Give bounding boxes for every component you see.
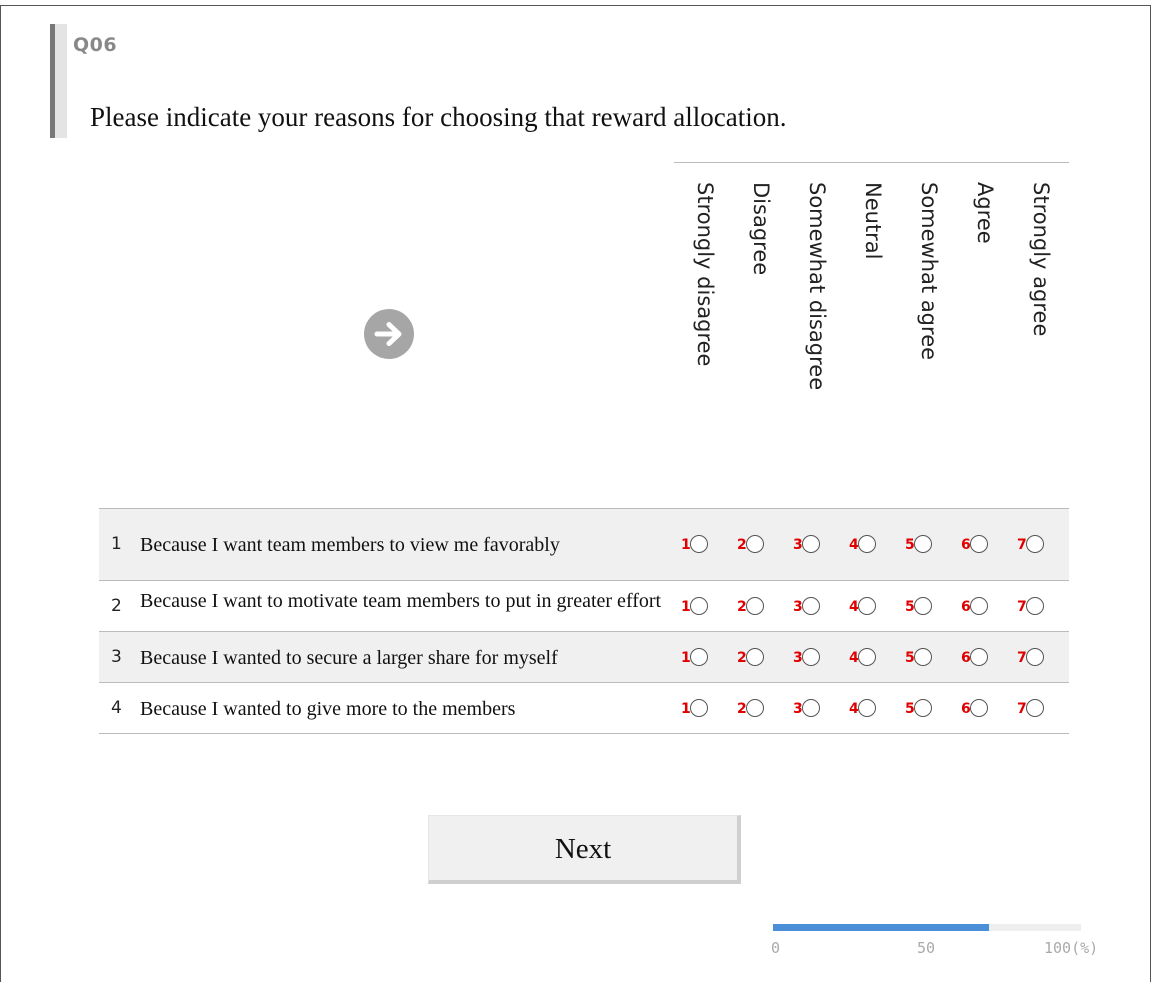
- radio-circle[interactable]: [1026, 596, 1044, 615]
- scale-header-label: Strongly disagree: [693, 182, 717, 367]
- scale-header-label: Somewhat disagree: [805, 182, 829, 391]
- scale-header-4: Neutral: [845, 182, 901, 482]
- radio-option-3[interactable]: 3: [793, 698, 823, 721]
- radio-option-5[interactable]: 5: [905, 596, 935, 619]
- radio-circle[interactable]: [970, 698, 988, 717]
- scale-header-5: Somewhat agree: [901, 182, 957, 482]
- row-statement: Because I wanted to give more to the mem…: [140, 697, 516, 720]
- scale-header-label: Strongly agree: [1029, 182, 1053, 337]
- radio-circle[interactable]: [1026, 647, 1044, 666]
- question-number: Q06: [73, 34, 118, 56]
- radio-option-2[interactable]: 2: [737, 596, 767, 619]
- header-divider: [674, 162, 1069, 163]
- arrow-right-icon: [364, 309, 414, 359]
- radio-option-4[interactable]: 4: [849, 698, 879, 721]
- row-number: 2: [111, 595, 122, 616]
- radio-option-7[interactable]: 7: [1017, 647, 1047, 670]
- scale-header-label: Agree: [973, 182, 997, 244]
- radio-circle[interactable]: [746, 698, 764, 717]
- radio-option-6[interactable]: 6: [961, 596, 991, 619]
- radio-circle[interactable]: [970, 535, 988, 553]
- scale-header-3: Somewhat disagree: [789, 182, 845, 482]
- radio-circle[interactable]: [858, 698, 876, 717]
- matrix-row-2: 2 Because I want to motivate team members…: [99, 581, 1069, 632]
- radio-option-4[interactable]: 4: [849, 596, 879, 619]
- radio-option-3[interactable]: 3: [793, 647, 823, 670]
- radio-option-1[interactable]: 1: [681, 596, 711, 619]
- scale-header-1: Strongly disagree: [677, 182, 733, 482]
- next-button[interactable]: Next: [428, 815, 741, 884]
- radio-circle[interactable]: [746, 535, 764, 553]
- matrix-row-1: 1 Because I want team members to view me …: [99, 509, 1069, 581]
- radio-circle[interactable]: [690, 698, 708, 717]
- radio-circle[interactable]: [1026, 535, 1044, 553]
- radio-circle[interactable]: [690, 535, 708, 553]
- matrix-row-4: 4 Because I wanted to give more to the me…: [99, 683, 1069, 734]
- progress-label-100: 100(%): [1044, 939, 1099, 957]
- radio-option-4[interactable]: 4: [849, 535, 879, 557]
- progress-label-50: 50: [917, 939, 936, 957]
- scale-header-2: Disagree: [733, 182, 789, 482]
- radio-option-3[interactable]: 3: [793, 535, 823, 557]
- radio-option-1[interactable]: 1: [681, 647, 711, 670]
- radio-circle[interactable]: [690, 596, 708, 615]
- radio-circle[interactable]: [1026, 698, 1044, 717]
- radio-circle[interactable]: [802, 647, 820, 666]
- radio-circle[interactable]: [802, 596, 820, 615]
- scale-header-6: Agree: [957, 182, 1013, 482]
- row-number: 4: [111, 697, 122, 718]
- radio-option-5[interactable]: 5: [905, 647, 935, 670]
- radio-option-7[interactable]: 7: [1017, 535, 1047, 557]
- radio-option-6[interactable]: 6: [961, 698, 991, 721]
- scale-header-label: Neutral: [861, 182, 885, 260]
- radio-option-6[interactable]: 6: [961, 535, 991, 557]
- radio-option-4[interactable]: 4: [849, 647, 879, 670]
- radio-option-7[interactable]: 7: [1017, 596, 1047, 619]
- progress-bar: [773, 924, 1081, 931]
- radio-option-3[interactable]: 3: [793, 596, 823, 619]
- question-accent-bar-light: [55, 24, 67, 138]
- radio-circle[interactable]: [858, 647, 876, 666]
- radio-circle[interactable]: [914, 647, 932, 666]
- matrix-row-3: 3 Because I wanted to secure a larger sha…: [99, 632, 1069, 683]
- radio-circle[interactable]: [746, 596, 764, 615]
- radio-option-1[interactable]: 1: [681, 535, 711, 557]
- radio-circle[interactable]: [970, 596, 988, 615]
- radio-option-2[interactable]: 2: [737, 535, 767, 557]
- radio-option-2[interactable]: 2: [737, 698, 767, 721]
- scale-header-7: Strongly agree: [1013, 182, 1069, 482]
- radio-circle[interactable]: [914, 596, 932, 615]
- scale-header-label: Somewhat agree: [917, 182, 941, 361]
- radio-circle[interactable]: [746, 647, 764, 666]
- scale-header-label: Disagree: [749, 182, 773, 276]
- radio-option-1[interactable]: 1: [681, 698, 711, 721]
- radio-circle[interactable]: [802, 698, 820, 717]
- question-text: Please indicate your reasons for choosin…: [90, 102, 787, 132]
- progress-label-0: 0: [771, 939, 781, 957]
- radio-option-5[interactable]: 5: [905, 535, 935, 557]
- row-statement: Because I wanted to secure a larger shar…: [140, 646, 558, 669]
- row-number: 1: [111, 534, 122, 554]
- row-statement: Because I want to motivate team members …: [140, 590, 662, 612]
- radio-option-2[interactable]: 2: [737, 647, 767, 670]
- radio-option-6[interactable]: 6: [961, 647, 991, 670]
- progress-fill: [773, 924, 989, 931]
- likert-matrix: 1 Because I want team members to view me …: [99, 508, 1069, 734]
- radio-circle[interactable]: [914, 535, 932, 553]
- row-number: 3: [111, 646, 122, 667]
- row-statement: Because I want team members to view me f…: [140, 534, 560, 556]
- radio-circle[interactable]: [858, 596, 876, 615]
- radio-circle[interactable]: [914, 698, 932, 717]
- radio-option-7[interactable]: 7: [1017, 698, 1047, 721]
- radio-circle[interactable]: [858, 535, 876, 553]
- radio-circle[interactable]: [970, 647, 988, 666]
- radio-option-5[interactable]: 5: [905, 698, 935, 721]
- radio-circle[interactable]: [690, 647, 708, 666]
- radio-circle[interactable]: [802, 535, 820, 553]
